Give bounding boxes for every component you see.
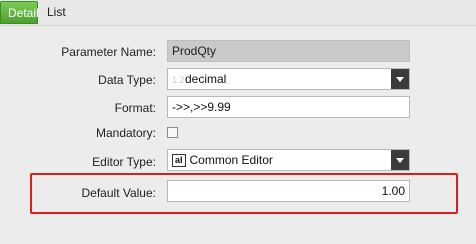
format-value: ->>,>>9.99 [172, 100, 231, 114]
tab-bar: Detail List [0, 0, 476, 26]
decimal-type-icon: 1.2 [172, 75, 185, 85]
format-input[interactable]: ->>,>>9.99 [167, 96, 410, 118]
data-type-value: decimal [185, 72, 227, 86]
editor-type-value: Common Editor [189, 153, 273, 167]
default-value-input[interactable]: 1.00 [167, 180, 410, 202]
data-type-label: Data Type: [98, 73, 156, 87]
parameter-name-field: ProdQty [167, 40, 410, 62]
editor-type-dropdown-button[interactable] [391, 150, 409, 170]
tab-detail[interactable]: Detail [0, 1, 39, 24]
mandatory-label: Mandatory: [95, 126, 156, 140]
data-type-dropdown-button[interactable] [391, 69, 409, 89]
editor-type-select[interactable]: aI Common Editor [167, 149, 410, 171]
default-value-text: 1.00 [381, 184, 405, 198]
parameter-name-label: Parameter Name: [61, 45, 156, 59]
parameter-name-value: ProdQty [172, 44, 217, 58]
data-type-select[interactable]: 1.2decimal [167, 68, 410, 90]
chevron-down-icon [396, 76, 404, 82]
format-label: Format: [114, 101, 156, 115]
tab-list[interactable]: List [40, 1, 73, 24]
parameter-detail-panel: Detail List Parameter Name: ProdQty Data… [0, 0, 476, 244]
default-value-label: Default Value: [81, 186, 157, 200]
editor-type-label: Editor Type: [92, 155, 156, 169]
mandatory-checkbox[interactable] [167, 127, 178, 138]
common-editor-icon: aI [172, 154, 186, 168]
chevron-down-icon [396, 157, 404, 163]
